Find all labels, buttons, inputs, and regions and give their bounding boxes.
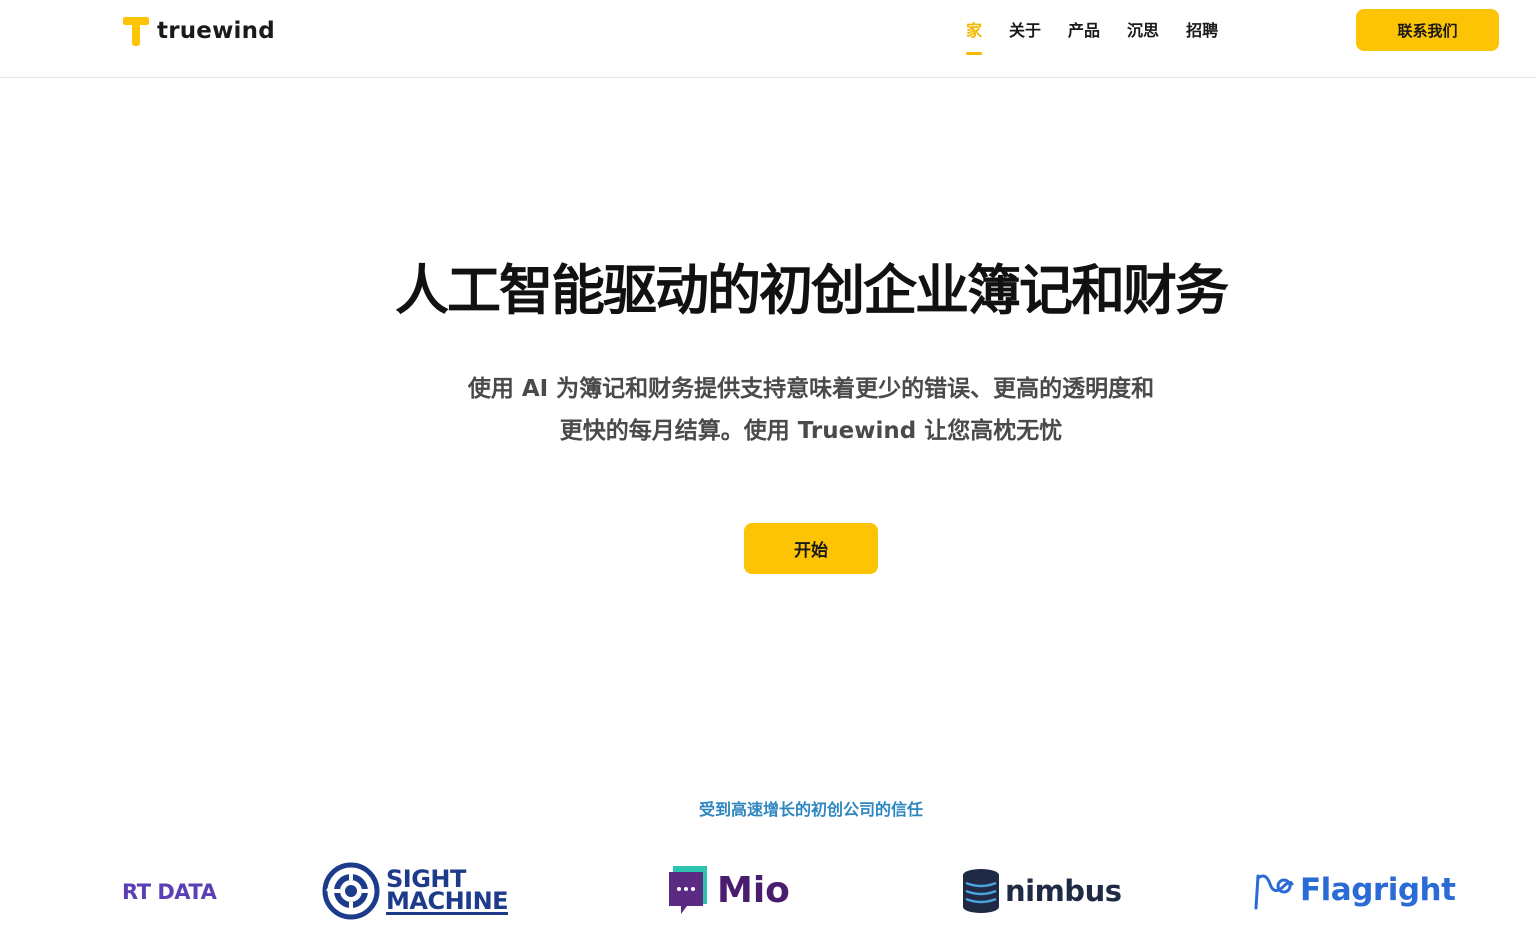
nav-home[interactable]: 家 bbox=[966, 17, 983, 55]
smartdata-logo-text: RT DATA bbox=[122, 880, 217, 904]
contact-us-button[interactable]: 联系我们 bbox=[1356, 9, 1499, 51]
stacked-layers-icon bbox=[963, 869, 999, 913]
hero-subtitle-line-2: 更快的每月结算。使用 Truewind 让您高枕无忧 bbox=[559, 418, 1063, 444]
nav-about[interactable]: 关于 bbox=[1009, 17, 1041, 49]
hero-subtitle: 使用 AI 为簿记和财务提供支持意味着更少的错误、更高的透明度和 更快的每月结算… bbox=[410, 368, 1212, 452]
flagright-logo: Flagright bbox=[1250, 870, 1456, 910]
trusted-heading: 受到高速增长的初创公司的信任 bbox=[698, 800, 923, 819]
nimbus-logo-text: nimbus bbox=[1005, 874, 1122, 908]
nav-insights[interactable]: 沉思 bbox=[1127, 17, 1159, 49]
nav-product[interactable]: 产品 bbox=[1068, 17, 1100, 49]
sight-machine-line-2: MACHINE bbox=[386, 886, 509, 915]
customer-logos: RT DATA SIGHT MACHINE Mio nimbus Flagrig… bbox=[0, 850, 1536, 940]
hero-title: 人工智能驱动的初创企业簿记和财务 bbox=[395, 259, 1229, 322]
site-header: truewind 家 关于 产品 沉思 招聘 联系我们 bbox=[0, 0, 1536, 78]
smartdata-logo: RT DATA bbox=[122, 880, 217, 904]
sight-machine-logo: SIGHT MACHINE bbox=[322, 862, 509, 920]
nav-careers[interactable]: 招聘 bbox=[1186, 17, 1218, 49]
chat-bubble-icon bbox=[669, 866, 707, 914]
mio-logo: Mio bbox=[667, 864, 790, 916]
truewind-t-icon bbox=[123, 17, 149, 46]
brand-name: truewind bbox=[157, 18, 275, 44]
main-nav: 家 关于 产品 沉思 招聘 bbox=[966, 17, 1218, 55]
hero-subtitle-line-1: 使用 AI 为簿记和财务提供支持意味着更少的错误、更高的透明度和 bbox=[467, 376, 1155, 402]
truewind-logo[interactable]: truewind bbox=[121, 14, 275, 48]
mio-logo-text: Mio bbox=[717, 869, 790, 911]
gear-eye-icon bbox=[322, 862, 380, 920]
flag-swirl-icon bbox=[1254, 874, 1294, 910]
get-started-button[interactable]: 开始 bbox=[744, 523, 878, 574]
page: truewind 家 关于 产品 沉思 招聘 联系我们 人工智能驱动的初创企业簿… bbox=[0, 0, 1536, 940]
nimbus-logo: nimbus bbox=[961, 868, 1122, 914]
flagright-logo-text: Flagright bbox=[1300, 872, 1456, 908]
